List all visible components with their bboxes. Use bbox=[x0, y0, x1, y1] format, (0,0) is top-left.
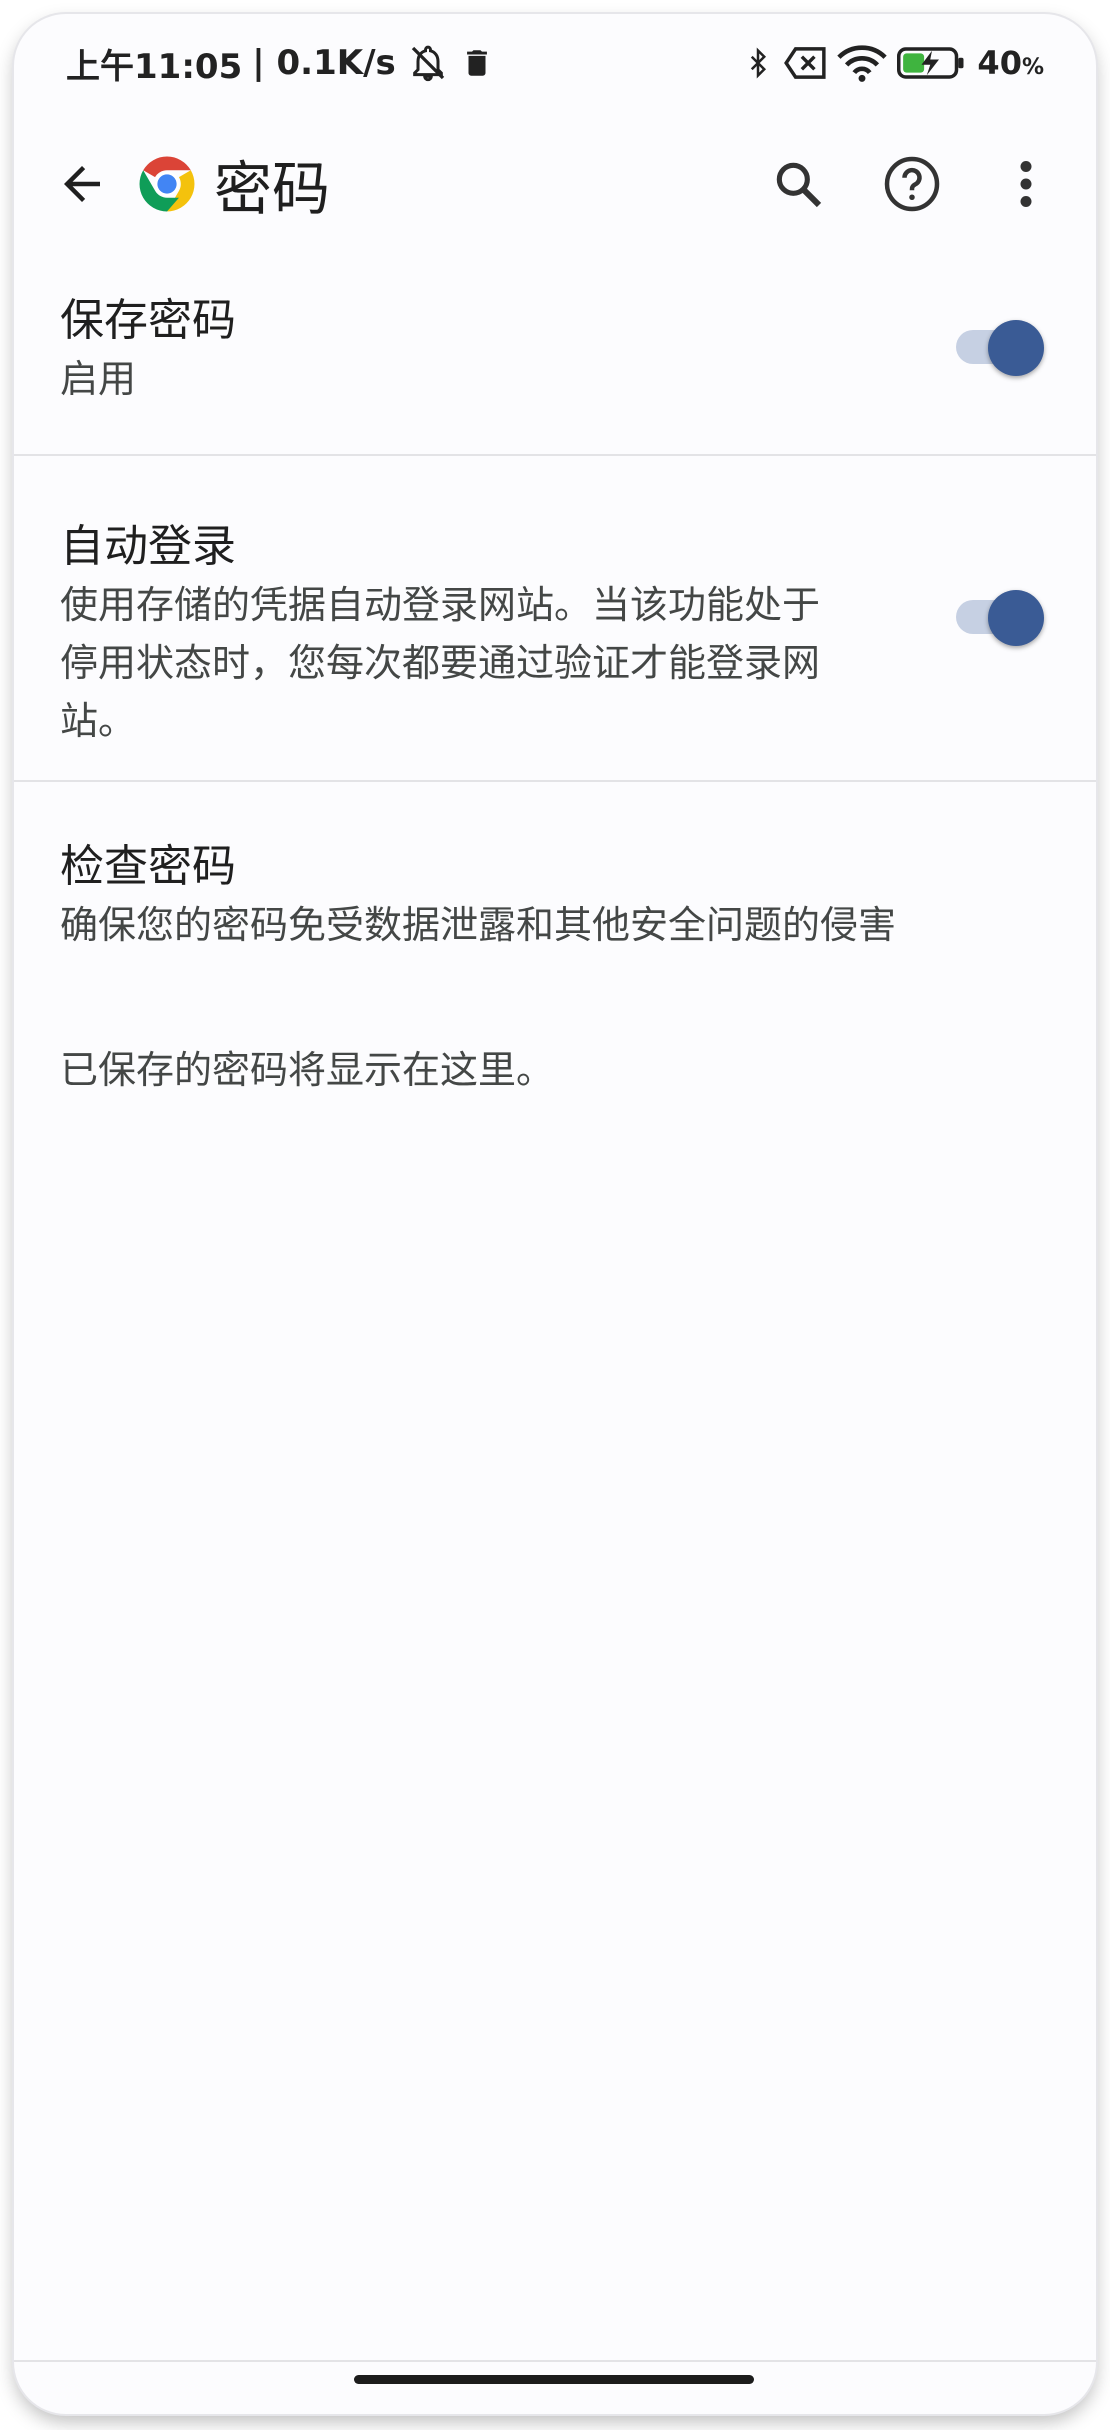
more-vert-icon bbox=[1020, 161, 1032, 207]
toggle-thumb bbox=[988, 590, 1044, 646]
back-button[interactable] bbox=[44, 146, 120, 222]
no-sim-icon bbox=[783, 45, 827, 81]
status-time: 上午11:05 bbox=[66, 46, 243, 87]
setting-title: 保存密码 bbox=[60, 295, 236, 346]
setting-check-passwords[interactable]: 检查密码 确保您的密码免受数据泄露和其他安全问题的侵害 bbox=[14, 838, 1096, 954]
app-bar-actions bbox=[758, 144, 1066, 224]
save-passwords-toggle[interactable] bbox=[956, 320, 1044, 376]
setting-save-passwords[interactable]: 保存密码 启用 bbox=[14, 292, 1096, 408]
status-net-speed: | 0.1K/s bbox=[252, 43, 396, 83]
auto-signin-toggle[interactable] bbox=[956, 590, 1044, 646]
status-left: 上午11:05 | 0.1K/s bbox=[66, 39, 494, 88]
status-right: 40% bbox=[743, 43, 1044, 83]
wifi-icon bbox=[837, 43, 888, 83]
setting-title: 检查密码 bbox=[60, 841, 236, 892]
page-title: 密码 bbox=[214, 155, 331, 223]
divider bbox=[14, 454, 1096, 456]
setting-auto-signin[interactable]: 自动登录 使用存储的凭据自动登录网站。当该功能处于 停用状态时，您每次都要通过验… bbox=[14, 518, 1096, 750]
battery-level: 40% bbox=[977, 44, 1044, 82]
setting-subtitle: 启用 bbox=[60, 357, 137, 401]
setting-subtitle-line-2: 停用状态时，您每次都要通过验证才能登录网 bbox=[60, 641, 821, 685]
battery-charging-icon bbox=[897, 45, 967, 81]
muted-bell-icon bbox=[406, 43, 450, 83]
gesture-nav-handle[interactable] bbox=[354, 2375, 754, 2384]
app-bar: 密码 bbox=[14, 124, 1096, 244]
help-icon bbox=[884, 156, 940, 212]
chrome-logo bbox=[139, 156, 195, 212]
search-button[interactable] bbox=[758, 144, 838, 224]
search-icon bbox=[776, 162, 822, 208]
phone-screen: 上午11:05 | 0.1K/s 40% 密码 保存密码 启用 自动登录 使用存… bbox=[14, 14, 1096, 2414]
help-button[interactable] bbox=[872, 144, 952, 224]
divider bbox=[14, 780, 1096, 782]
more-options-button[interactable] bbox=[986, 144, 1066, 224]
setting-subtitle-line-3: 站。 bbox=[60, 699, 137, 743]
empty-passwords-note: 已保存的密码将显示在这里。 bbox=[60, 1048, 555, 1092]
back-arrow-icon bbox=[64, 166, 100, 202]
setting-title: 自动登录 bbox=[60, 521, 236, 572]
nav-divider bbox=[14, 2360, 1096, 2362]
toggle-thumb bbox=[988, 320, 1044, 376]
bluetooth-icon bbox=[743, 43, 773, 83]
status-bar: 上午11:05 | 0.1K/s 40% bbox=[14, 14, 1096, 112]
setting-subtitle: 确保您的密码免受数据泄露和其他安全问题的侵害 bbox=[60, 903, 897, 947]
trash-icon bbox=[460, 45, 494, 81]
setting-subtitle-line-1: 使用存储的凭据自动登录网站。当该功能处于 bbox=[60, 583, 821, 627]
